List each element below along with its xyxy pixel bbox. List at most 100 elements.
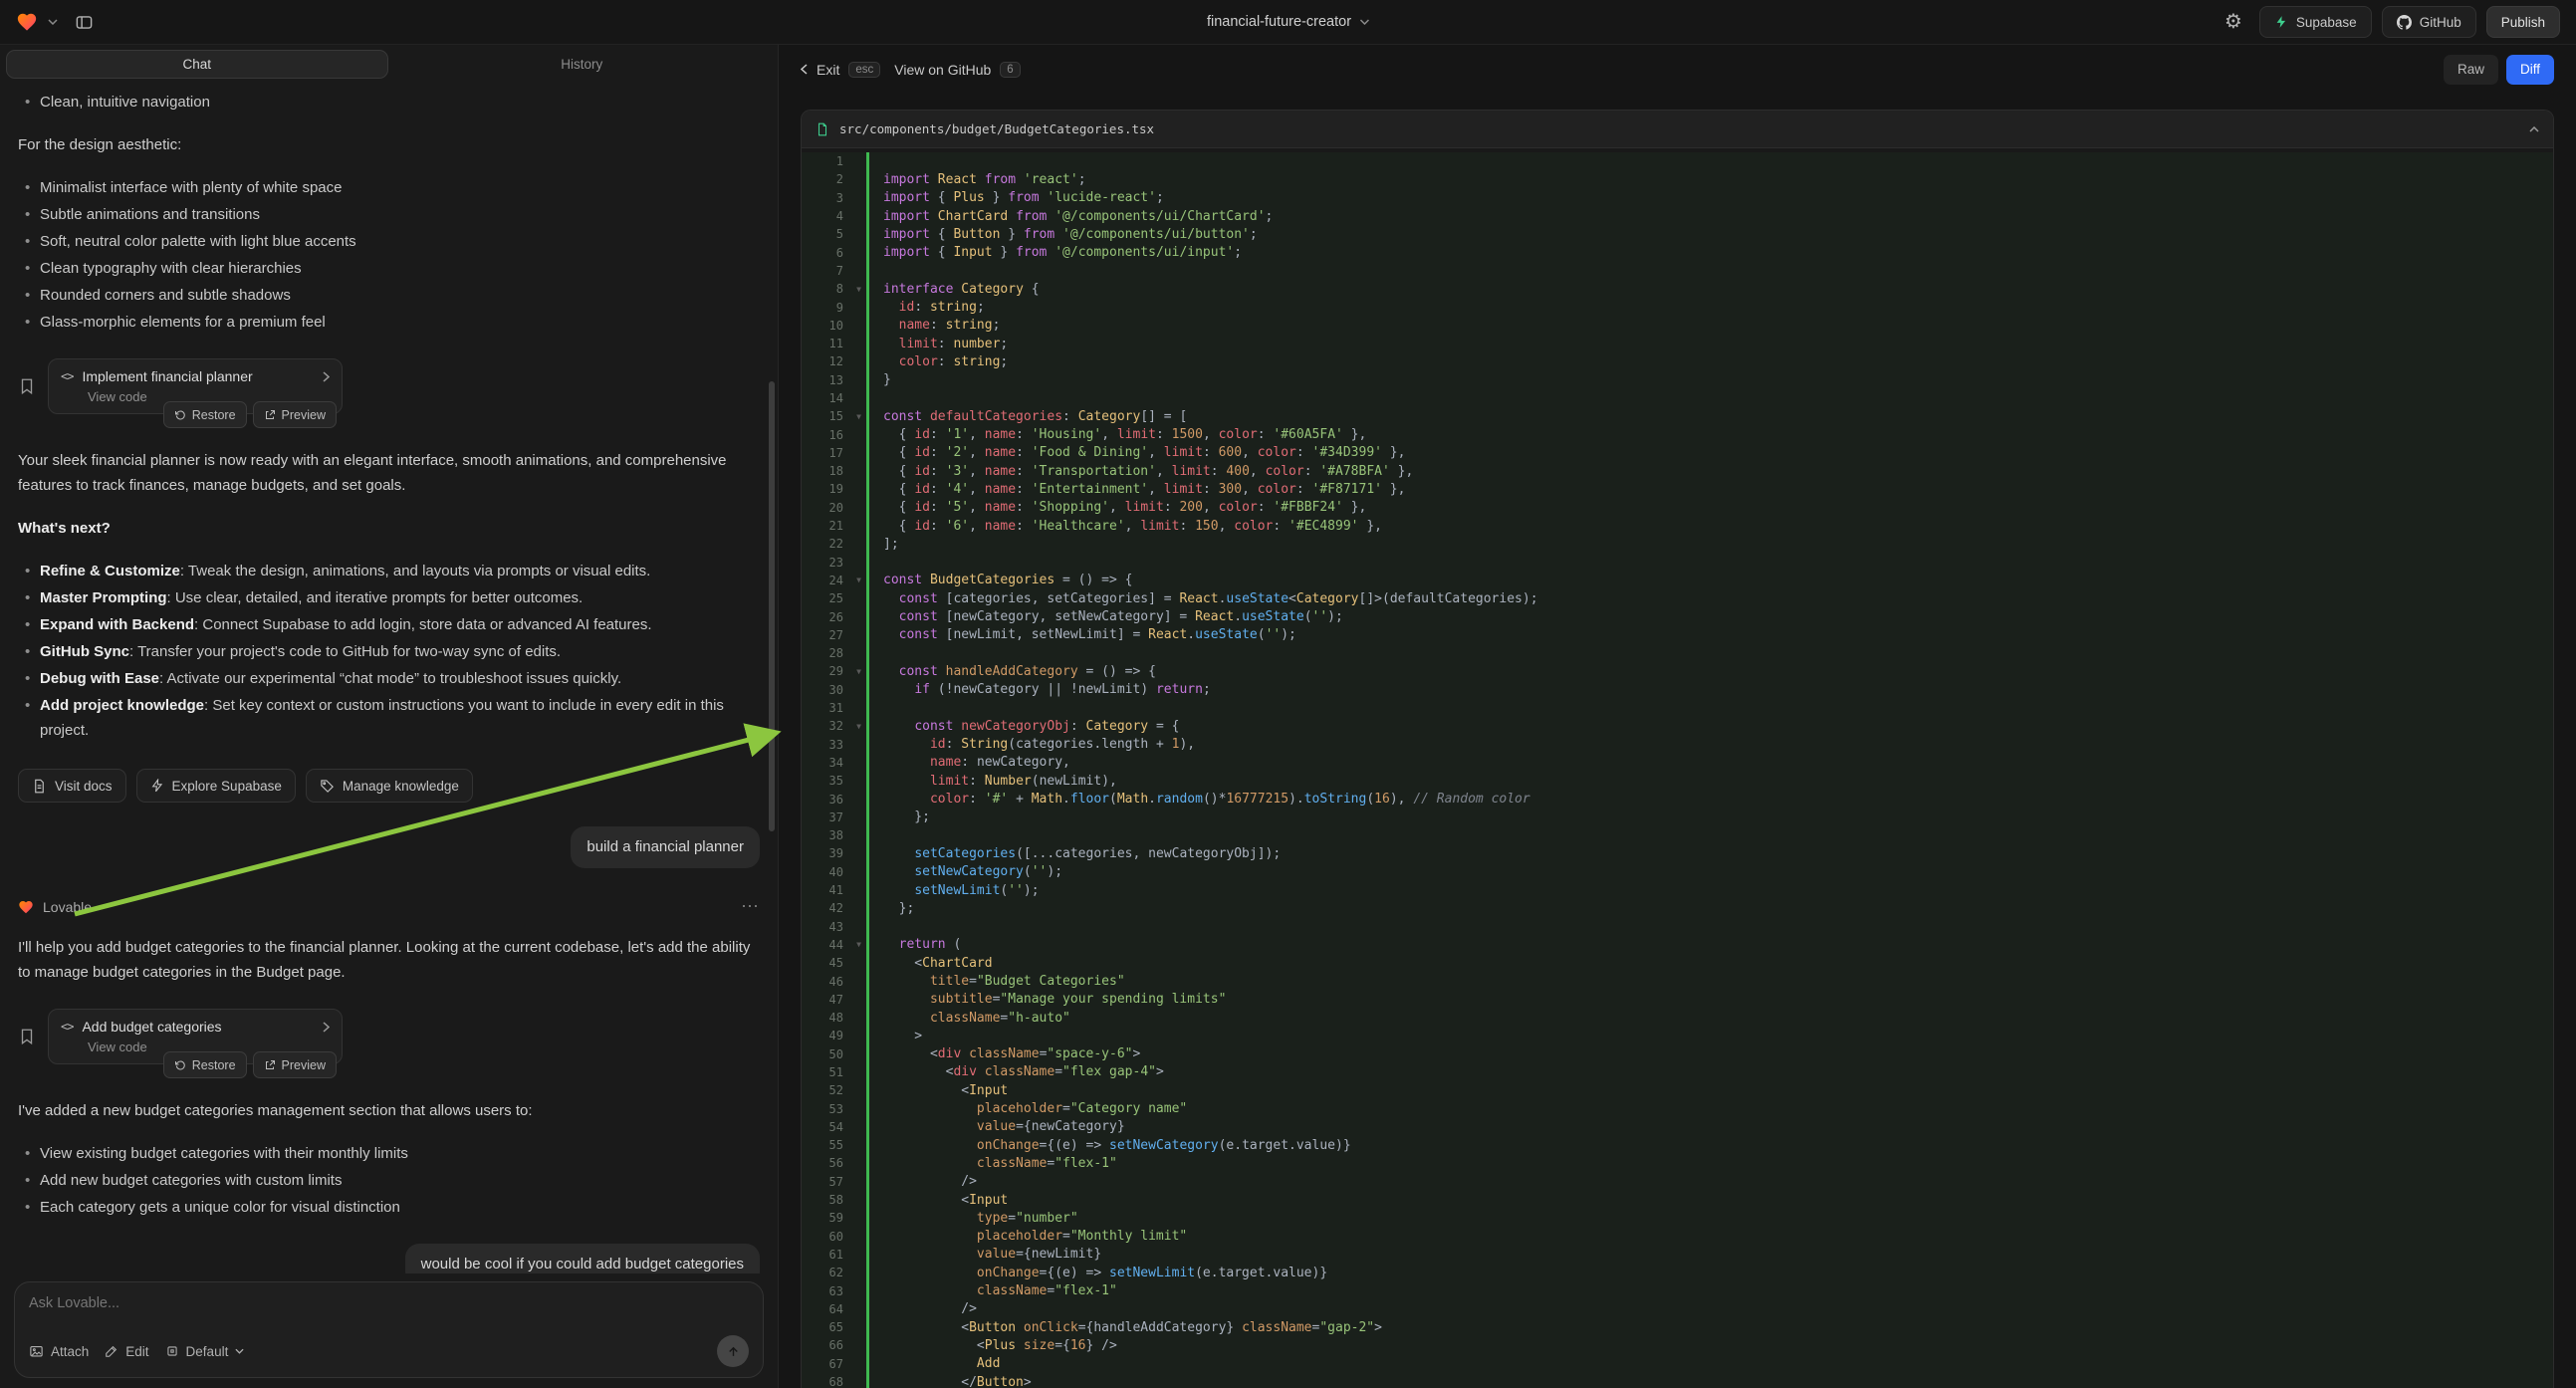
bookmark-icon[interactable]: [18, 377, 36, 395]
bookmark-icon[interactable]: [18, 1028, 36, 1045]
code-line: 21 { id: '6', name: 'Healthcare', limit:…: [802, 517, 2553, 535]
lovable-logo-heart-icon[interactable]: [16, 11, 38, 33]
diff-added-bar: [866, 699, 869, 717]
diff-added-bar: [866, 152, 869, 170]
publish-button[interactable]: Publish: [2486, 6, 2560, 38]
tab-history[interactable]: History: [392, 50, 773, 79]
supabase-button[interactable]: Supabase: [2259, 6, 2372, 38]
workspace-chevron-down-icon[interactable]: [48, 19, 58, 25]
line-number: 56: [802, 1156, 851, 1170]
line-number: 68: [802, 1375, 851, 1388]
view-on-github-button[interactable]: View on GitHub 6: [894, 62, 1020, 78]
preview-button[interactable]: Preview: [253, 401, 337, 428]
fold-chevron-icon[interactable]: ▼: [851, 412, 866, 421]
code-line: 39 setCategories([...categories, newCate…: [802, 844, 2553, 862]
chevron-right-icon[interactable]: [323, 371, 330, 382]
code-line-text: <Input: [869, 1083, 1008, 1098]
mode-selector[interactable]: Default: [165, 1344, 245, 1359]
code-line-text: />: [869, 1174, 977, 1189]
design-intro-text: For the design aesthetic:: [18, 132, 760, 157]
code-line: 5import { Button } from '@/components/ui…: [802, 225, 2553, 243]
attach-button[interactable]: Attach: [29, 1344, 89, 1359]
code-panel-header: Exit esc View on GitHub 6 Raw Diff: [779, 45, 2576, 94]
code-line-text: const [newCategory, setNewCategory] = Re…: [869, 609, 1343, 624]
raw-button[interactable]: Raw: [2444, 55, 2498, 85]
exit-button[interactable]: Exit esc: [801, 62, 880, 78]
github-button[interactable]: GitHub: [2382, 6, 2476, 38]
diff-added-bar: [866, 389, 869, 407]
line-number: 30: [802, 683, 851, 697]
fold-chevron-icon[interactable]: ▼: [851, 667, 866, 676]
explore-supabase-button[interactable]: Explore Supabase: [136, 769, 296, 803]
chat-tabs: Chat History: [0, 45, 778, 84]
restore-icon: [174, 1059, 186, 1071]
manage-knowledge-button[interactable]: Manage knowledge: [306, 769, 473, 803]
design-bullet-list: Minimalist interface with plenty of whit…: [18, 175, 760, 335]
view-mode-switch: Raw Diff: [2444, 55, 2554, 85]
code-line: 2import React from 'react';: [802, 170, 2553, 188]
code-line-text: title="Budget Categories": [869, 974, 1125, 989]
code-line: 4import ChartCard from '@/components/ui/…: [802, 207, 2553, 225]
code-line-text: />: [869, 1301, 977, 1316]
code-line-text: placeholder="Monthly limit": [869, 1229, 1187, 1244]
line-number: 65: [802, 1320, 851, 1334]
fold-chevron-icon[interactable]: ▼: [851, 285, 866, 294]
settings-gear-icon[interactable]: ⚙: [2218, 6, 2249, 38]
file-header[interactable]: src/components/budget/BudgetCategories.t…: [802, 111, 2553, 148]
diff-added-bar: [866, 644, 869, 662]
bolt-icon: [150, 779, 164, 793]
tab-chat[interactable]: Chat: [6, 50, 388, 79]
code-line: 41 setNewLimit('');: [802, 881, 2553, 899]
code-line: 33 id: String(categories.length + 1),: [802, 736, 2553, 754]
version-card-header: <> Implement financial planner: [61, 368, 330, 384]
line-number: 36: [802, 793, 851, 807]
diff-added-bar: [866, 554, 869, 572]
chat-message-list[interactable]: Clean, intuitive navigation For the desi…: [0, 84, 778, 1273]
code-line: 47 subtitle="Manage your spending limits…: [802, 991, 2553, 1009]
code-line-text: name: string;: [869, 318, 1000, 333]
line-number: 22: [802, 537, 851, 551]
code-line-text: <div className="space-y-6">: [869, 1046, 1140, 1061]
code-line-text: const [categories, setCategories] = Reac…: [869, 591, 1538, 606]
edit-button[interactable]: Edit: [105, 1344, 148, 1359]
topbar-left: [16, 6, 100, 38]
view-on-github-label: View on GitHub: [894, 62, 991, 78]
version-card-wrap: <> Add budget categories View code: [48, 1009, 343, 1064]
sidebar-toggle-icon[interactable]: [68, 6, 100, 38]
code-line: 24▼const BudgetCategories = () => {: [802, 572, 2553, 589]
fold-chevron-icon[interactable]: ▼: [851, 940, 866, 949]
restore-button[interactable]: Restore: [163, 1051, 247, 1078]
line-number: 19: [802, 482, 851, 496]
project-selector[interactable]: financial-future-creator: [1207, 14, 1369, 30]
send-button[interactable]: [717, 1335, 749, 1367]
preview-label: Preview: [282, 1058, 326, 1072]
restore-button[interactable]: Restore: [163, 401, 247, 428]
code-line-text: const BudgetCategories = () => {: [869, 573, 1132, 587]
code-line: 29▼ const handleAddCategory = () => {: [802, 662, 2553, 680]
file-path: src/components/budget/BudgetCategories.t…: [839, 121, 1154, 136]
code-line-text: { id: '1', name: 'Housing', limit: 1500,…: [869, 427, 1366, 442]
code-line-text: ];: [869, 537, 899, 552]
diff-added-bar: [866, 917, 869, 935]
fold-chevron-icon[interactable]: ▼: [851, 576, 866, 584]
exit-label: Exit: [817, 62, 839, 78]
line-number: 50: [802, 1047, 851, 1061]
more-options-icon[interactable]: ⋯: [741, 896, 760, 917]
chevron-right-icon[interactable]: [323, 1022, 330, 1033]
visit-docs-button[interactable]: Visit docs: [18, 769, 126, 803]
code-editor[interactable]: 12import React from 'react';3import { Pl…: [802, 148, 2553, 1388]
code-line-text: onChange={(e) => setNewLimit(e.target.va…: [869, 1266, 1327, 1280]
external-link-icon: [264, 1059, 276, 1071]
visit-docs-label: Visit docs: [55, 779, 113, 794]
diff-button[interactable]: Diff: [2506, 55, 2554, 85]
preview-button[interactable]: Preview: [253, 1051, 337, 1078]
line-number: 35: [802, 774, 851, 788]
attach-label: Attach: [51, 1344, 89, 1359]
chat-input[interactable]: [29, 1295, 749, 1321]
line-number: 9: [802, 301, 851, 315]
chat-scrollbar-thumb[interactable]: [769, 381, 775, 831]
code-line-text: type="number": [869, 1211, 1078, 1226]
collapse-chevron-up-icon[interactable]: [2529, 126, 2539, 132]
code-line-text: interface Category {: [869, 282, 1040, 297]
fold-chevron-icon[interactable]: ▼: [851, 722, 866, 731]
